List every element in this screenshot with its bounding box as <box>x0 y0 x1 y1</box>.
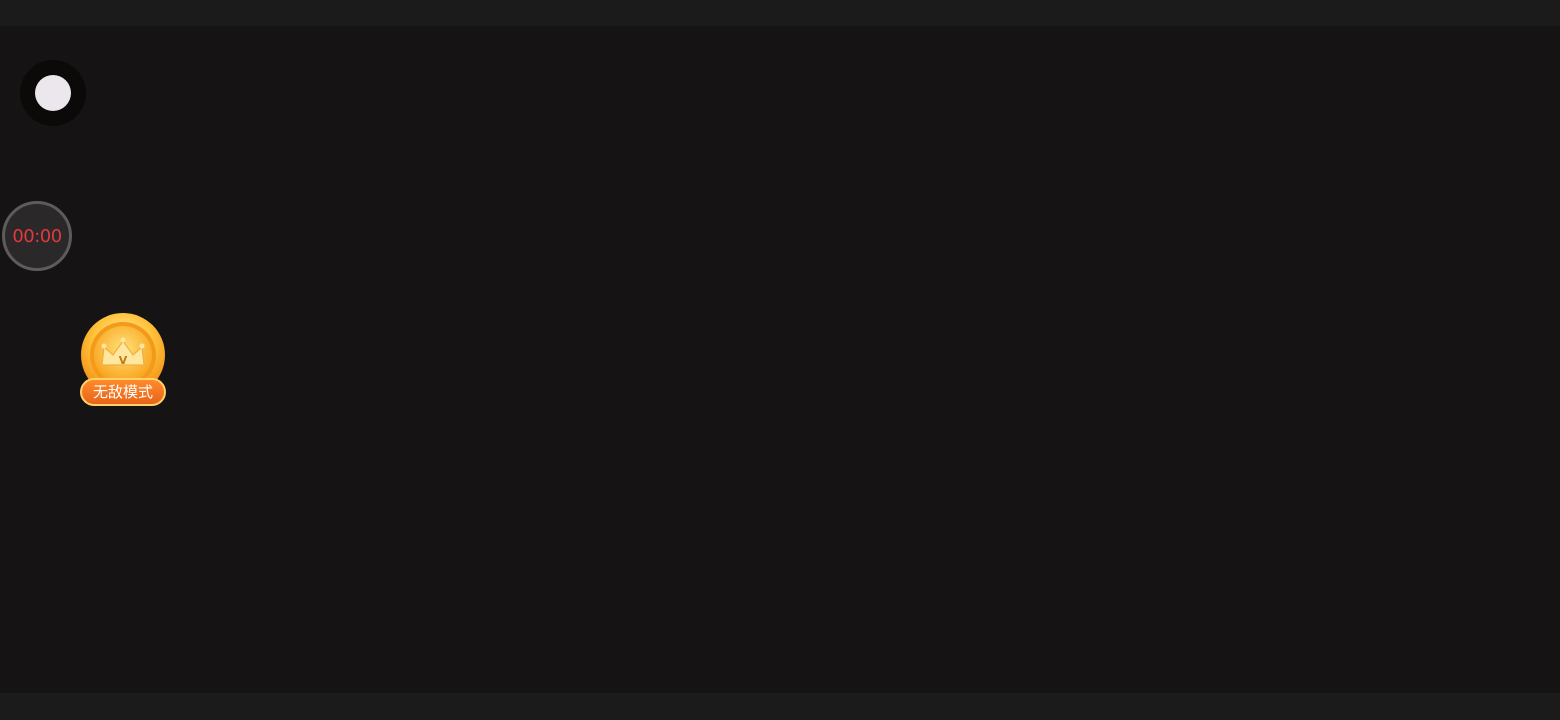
bottom-bar <box>0 693 1560 720</box>
invincible-mode-button[interactable]: V 无敌模式 <box>80 313 166 409</box>
game-canvas[interactable] <box>0 26 1560 693</box>
record-dot-icon <box>35 75 71 111</box>
timer-text: 00:00 <box>12 225 62 247</box>
crown-letter: V <box>119 354 128 367</box>
invincible-mode-label: 无敌模式 <box>80 378 166 406</box>
top-bar <box>0 0 1560 26</box>
timer-display: 00:00 <box>2 201 72 271</box>
record-button[interactable] <box>20 60 86 126</box>
